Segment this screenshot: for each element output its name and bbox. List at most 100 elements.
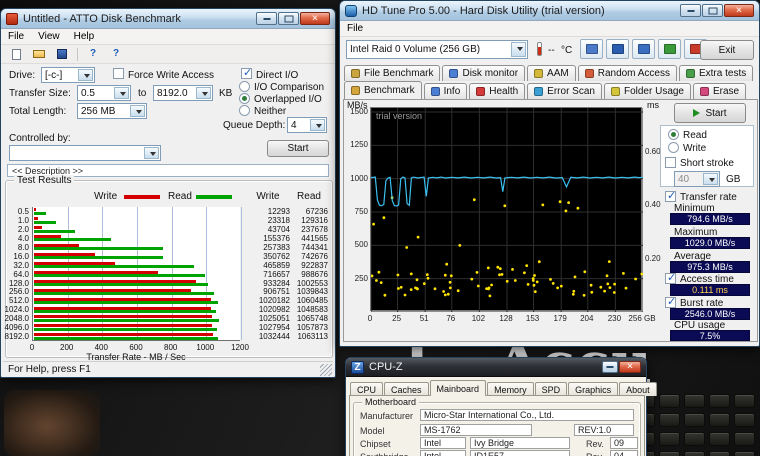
short-stroke-size-select[interactable]: 40 [674, 171, 720, 187]
tab-extra-tests[interactable]: Extra tests [679, 65, 753, 81]
hdtune-drive-select[interactable]: Intel Raid 0 Volume (256 GB) [346, 40, 528, 59]
save-icon[interactable] [52, 46, 72, 62]
read-bar [34, 301, 218, 304]
tab-folder-usage[interactable]: Folder Usage [604, 83, 691, 99]
new-file-icon[interactable] [6, 46, 26, 62]
tab-info[interactable]: Info [424, 83, 468, 99]
keyboard-key [684, 413, 705, 427]
minimize-button[interactable] [256, 12, 277, 25]
close-button[interactable] [724, 4, 754, 17]
column-header-write: Write [246, 191, 290, 202]
cpuz-titlebar[interactable]: Z CPU-Z [346, 358, 646, 377]
access-time-dot [565, 210, 568, 213]
transfer-size-to-select[interactable]: 8192.0 [153, 85, 213, 101]
hdtune-start-button[interactable]: Start [674, 103, 746, 123]
access-time-dot [634, 278, 637, 281]
controlled-by-select[interactable] [9, 145, 161, 161]
write-radio[interactable] [668, 142, 679, 153]
access-time-dot [523, 271, 526, 274]
controlled-by-label: Controlled by: [9, 133, 71, 144]
io-comparison-radio[interactable] [239, 81, 250, 92]
force-write-checkbox[interactable] [113, 68, 124, 79]
close-button[interactable] [619, 361, 641, 373]
model-value: MS-1762 [420, 424, 532, 436]
transfer-size-from-select[interactable]: 0.5 [77, 85, 131, 101]
save-results-icon[interactable] [632, 39, 655, 59]
read-bar [34, 274, 205, 277]
x-tick-label: 1000 [193, 343, 217, 352]
manufacturer-value: Micro-Star International Co., Ltd. [420, 409, 634, 421]
hdtune-tabs-row1: File BenchmarkDisk monitorAAMRandom Acce… [344, 64, 753, 81]
context-help-icon[interactable]: ? [106, 46, 126, 62]
open-folder-icon[interactable] [29, 46, 49, 62]
tab-caches[interactable]: Caches [384, 382, 429, 396]
cpuz-window: Z CPU-Z CPUCachesMainboardMemorySPDGraph… [345, 357, 647, 456]
access-time-dot [640, 273, 643, 276]
keyboard-key [684, 451, 705, 456]
tab-erase[interactable]: Erase [693, 83, 746, 99]
copy-screenshot-icon[interactable] [580, 39, 603, 59]
chipset-rev-label: Rev. [586, 439, 604, 449]
access-time-dot [567, 201, 570, 204]
maximize-button[interactable] [702, 4, 723, 17]
atto-window-controls [256, 12, 330, 25]
access-time-dot [449, 281, 452, 284]
access-time-dot [559, 200, 562, 203]
hdtune-titlebar[interactable]: HD Tune Pro 5.00 - Hard Disk Utility (tr… [340, 1, 759, 21]
access-time-dot [449, 287, 452, 290]
tab-spd[interactable]: SPD [535, 382, 568, 396]
total-length-select[interactable]: 256 MB [77, 103, 147, 119]
menu-item-file[interactable]: File [340, 21, 370, 36]
save-image-icon[interactable] [606, 39, 629, 59]
tab-mainboard[interactable]: Mainboard [430, 380, 487, 396]
access-time-dot [549, 278, 552, 281]
tab-disk-monitor[interactable]: Disk monitor [442, 65, 525, 81]
menu-item-file[interactable]: File [1, 29, 31, 44]
read-radio[interactable] [668, 129, 679, 140]
read-bar [34, 247, 163, 250]
hdtune-benchmark-chart [371, 108, 643, 312]
neither-radio[interactable] [239, 105, 250, 116]
burst-rate-checkbox[interactable] [665, 297, 676, 308]
access-time-dot [380, 281, 383, 284]
maximize-button[interactable] [278, 12, 299, 25]
tab-error-scan[interactable]: Error Scan [527, 83, 602, 99]
menu-item-view[interactable]: View [31, 29, 67, 44]
transfer-rate-checkbox[interactable] [665, 191, 676, 202]
queue-depth-select[interactable]: 4 [287, 117, 327, 133]
tab-about[interactable]: About [619, 382, 657, 396]
tab-memory[interactable]: Memory [487, 382, 534, 396]
access-time-dot [527, 283, 530, 286]
short-stroke-checkbox[interactable] [665, 157, 676, 168]
access-time-dot [536, 281, 539, 284]
close-button[interactable] [300, 12, 330, 25]
tab-health[interactable]: Health [469, 83, 525, 99]
access-time-dot [534, 290, 537, 293]
resize-grip[interactable] [320, 364, 332, 376]
model-label: Model [360, 426, 385, 436]
overlapped-io-radio[interactable] [239, 93, 250, 104]
tab-file-benchmark[interactable]: File Benchmark [344, 65, 440, 81]
minimize-button[interactable] [602, 361, 618, 373]
add-favorite-icon[interactable] [658, 39, 681, 59]
exit-button[interactable]: Exit [700, 40, 754, 60]
health-icon [476, 87, 485, 96]
help-icon[interactable]: ? [83, 46, 103, 62]
tab-graphics[interactable]: Graphics [568, 382, 618, 396]
access-time-dot [423, 282, 426, 285]
direct-io-checkbox[interactable] [241, 68, 252, 79]
y-axis-unit-label: MB/s [347, 100, 368, 110]
tab-random-access[interactable]: Random Access [578, 65, 677, 81]
atto-titlebar[interactable]: Untitled - ATTO Disk Benchmark [1, 9, 335, 29]
tab-aam[interactable]: AAM [527, 65, 576, 81]
atto-start-button[interactable]: Start [267, 140, 329, 157]
access-time-checkbox[interactable] [665, 273, 676, 284]
tab-cpu[interactable]: CPU [350, 382, 383, 396]
tab-benchmark[interactable]: Benchmark [344, 81, 422, 99]
minimize-button[interactable] [680, 4, 701, 17]
menu-item-help[interactable]: Help [67, 29, 102, 44]
right-axis-unit-label: ms [647, 100, 659, 110]
access-time-dot [458, 244, 461, 247]
access-time-dot [572, 290, 575, 293]
drive-select[interactable]: [-c-] [41, 67, 95, 83]
